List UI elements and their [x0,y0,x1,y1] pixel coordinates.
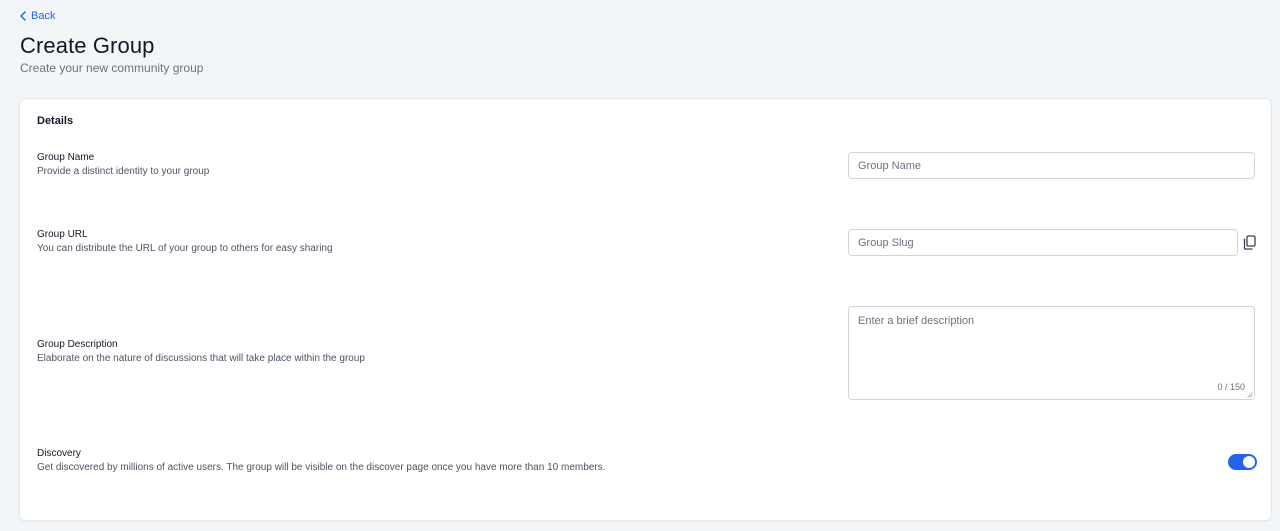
group-description-field: 0 / 150 [848,306,1255,400]
section-title: Details [37,115,74,127]
resize-handle-icon[interactable] [1247,392,1253,398]
group-slug-input[interactable] [848,229,1238,256]
group-description-help: Elaborate on the nature of discussions t… [37,353,365,364]
group-name-input[interactable] [848,152,1255,179]
group-url-label: Group URL [37,229,88,240]
copy-icon [1243,234,1256,250]
copy-url-button[interactable] [1242,234,1256,250]
discovery-toggle[interactable] [1228,454,1257,470]
page-title: Create Group [20,33,155,58]
char-counter: 0 / 150 [1217,382,1245,392]
chevron-left-icon [20,11,26,21]
details-card: Details Group Name Provide a distinct id… [19,98,1272,521]
back-link[interactable]: Back [19,10,55,22]
discovery-help: Get discovered by millions of active use… [37,462,606,473]
group-name-help: Provide a distinct identity to your grou… [37,166,210,177]
page-subtitle: Create your new community group [20,61,204,75]
group-description-textarea[interactable] [849,307,1254,399]
group-url-help: You can distribute the URL of your group… [37,243,333,254]
back-label: Back [31,10,56,22]
group-description-label: Group Description [37,339,118,350]
group-name-label: Group Name [37,152,95,163]
toggle-knob [1243,456,1255,468]
discovery-label: Discovery [37,448,81,459]
